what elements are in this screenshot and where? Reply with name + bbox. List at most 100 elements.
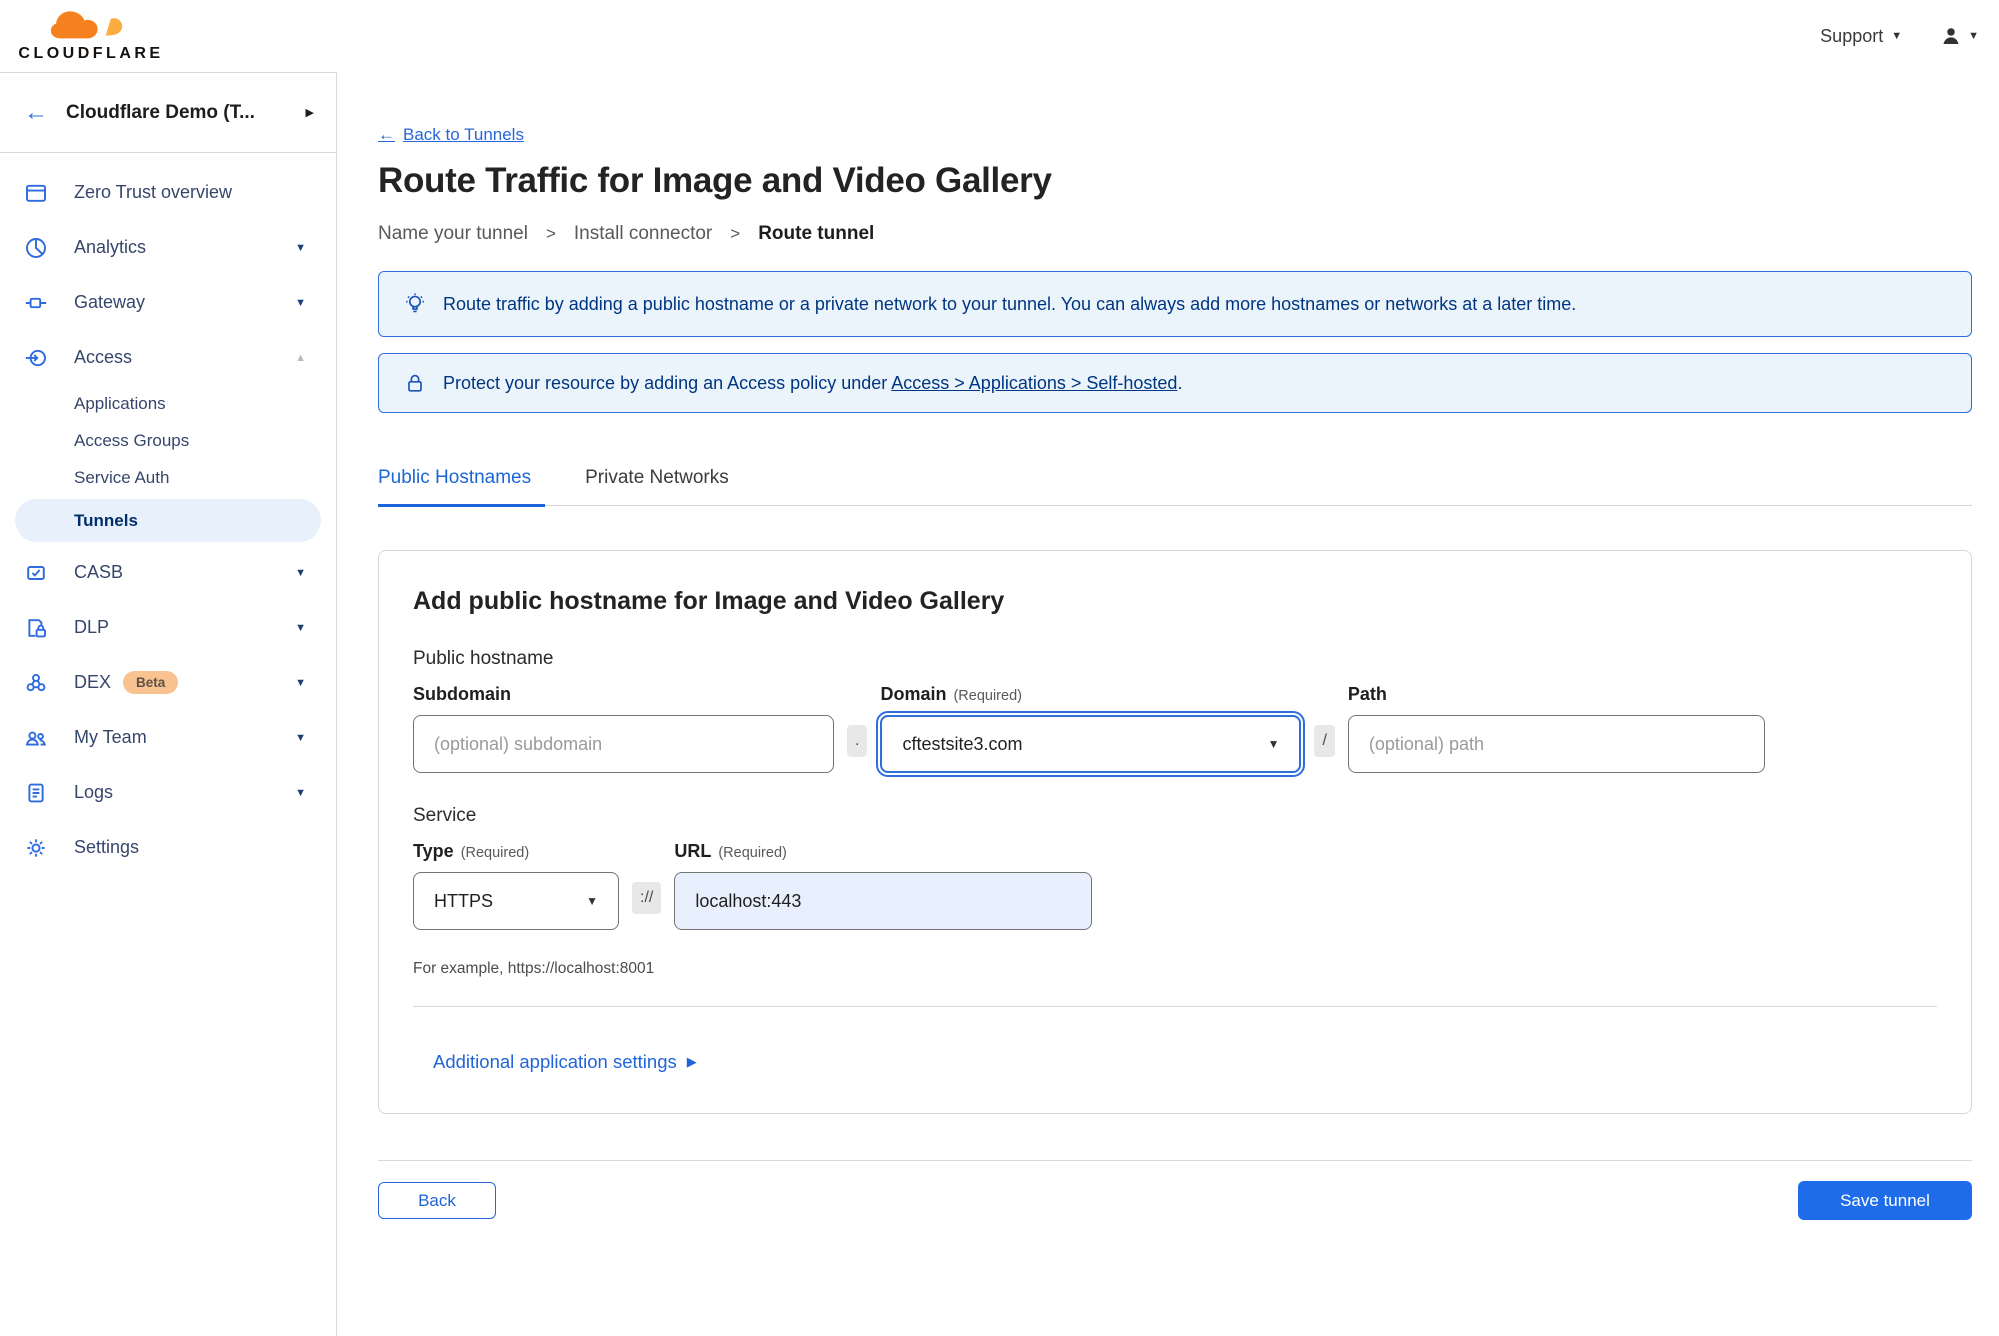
chevron-down-icon: ▼	[295, 241, 306, 254]
back-arrow-icon: ←	[378, 125, 395, 144]
sidebar-item-label: Logs	[74, 782, 114, 802]
dlp-document-lock-icon	[24, 616, 48, 640]
access-login-icon	[24, 346, 48, 370]
footer-divider	[378, 1160, 1972, 1161]
casb-check-icon	[24, 561, 48, 585]
my-team-people-icon	[24, 726, 48, 750]
user-icon	[1943, 28, 1959, 45]
domain-label-text: Domain	[880, 684, 947, 704]
sub-item-label: Service Auth	[74, 467, 170, 487]
chevron-down-icon: ▼	[295, 566, 306, 579]
overview-window-icon	[24, 181, 48, 205]
url-example-hint: For example, https://localhost:8001	[413, 960, 655, 977]
dot-separator: .	[847, 725, 868, 757]
tab-private-networks[interactable]: Private Networks	[585, 467, 729, 505]
sidebar-item-casb[interactable]: CASB ▼	[0, 545, 336, 600]
support-label: Support	[1820, 25, 1884, 46]
info-banner-text: Route traffic by adding a public hostnam…	[443, 293, 1577, 314]
back-to-tunnels-link[interactable]: ← Back to Tunnels	[378, 125, 524, 145]
sidebar: ← Cloudflare Demo (T... ▶ Zero Trust ove…	[0, 72, 337, 1336]
chevron-down-icon: ▼	[1891, 30, 1903, 42]
service-section-label: Service	[413, 805, 477, 826]
type-label-text: Type	[413, 841, 454, 861]
sidebar-item-label: Gateway	[74, 292, 146, 312]
additional-settings-label: Additional application settings	[433, 1051, 677, 1072]
access-applications-self-hosted-link[interactable]: Access > Applications > Self-hosted	[891, 373, 1177, 393]
cloudflare-wordmark: CLOUDFLARE	[18, 44, 164, 62]
cloudflare-logo[interactable]: CLOUDFLARE	[16, 10, 166, 63]
domain-label: Domain (Required)	[880, 684, 1301, 705]
sidebar-item-label: My Team	[74, 727, 147, 747]
sidebar-item-tunnels[interactable]: Tunnels	[15, 499, 321, 542]
chevron-down-icon: ▼	[1968, 30, 1979, 42]
lightbulb-icon	[406, 293, 424, 313]
subdomain-label: Subdomain	[413, 684, 511, 704]
sidebar-item-label: Analytics	[74, 237, 147, 257]
sidebar-item-dex[interactable]: DEX Beta ▼	[0, 655, 336, 710]
back-button[interactable]: Back	[378, 1182, 496, 1219]
url-label-text: URL	[674, 841, 712, 861]
page: CLOUDFLARE Support ▼ ▼ ← Cloudflare Demo…	[0, 0, 1999, 1336]
support-menu[interactable]: Support ▼	[1820, 26, 1902, 47]
analytics-pie-icon	[24, 236, 48, 260]
sidebar-item-gateway[interactable]: Gateway ▼	[0, 275, 336, 330]
back-link-label: Back to Tunnels	[403, 125, 524, 144]
sidebar-item-label: Settings	[74, 837, 140, 857]
chevron-down-icon: ▼	[295, 731, 306, 744]
public-hostname-section-label: Public hostname	[413, 648, 554, 669]
sidebar-item-label: DLP	[74, 617, 110, 637]
sidebar-item-applications[interactable]: Applications	[0, 385, 336, 422]
service-type-select[interactable]: HTTPS ▼	[413, 872, 619, 930]
chevron-up-icon: ▲	[295, 351, 306, 364]
footer-actions: Back Save tunnel	[378, 1181, 1972, 1220]
domain-required-hint: (Required)	[953, 688, 1022, 704]
subdomain-input[interactable]	[413, 715, 834, 773]
account-switcher[interactable]: ← Cloudflare Demo (T... ▶	[0, 73, 336, 153]
url-required-hint: (Required)	[718, 845, 787, 861]
chevron-down-icon: ▼	[295, 296, 306, 309]
chevron-down-icon: ▼	[586, 894, 598, 908]
save-tunnel-button[interactable]: Save tunnel	[1798, 1181, 1972, 1220]
sidebar-item-dlp[interactable]: DLP ▼	[0, 600, 336, 655]
step-separator: >	[730, 224, 741, 243]
account-name: Cloudflare Demo (T...	[66, 101, 255, 123]
sidebar-item-access[interactable]: Access ▲	[0, 330, 336, 385]
sidebar-item-access-groups[interactable]: Access Groups	[0, 422, 336, 459]
sidebar-nav: Zero Trust overview Analytics ▼ Gateway …	[0, 153, 336, 875]
main-content: ← Back to Tunnels Route Traffic for Imag…	[337, 72, 1999, 1336]
lock-icon	[408, 374, 422, 392]
sidebar-item-logs[interactable]: Logs ▼	[0, 765, 336, 820]
card-heading: Add public hostname for Image and Video …	[413, 587, 1005, 615]
type-required-hint: (Required)	[460, 845, 530, 861]
sidebar-item-label: Zero Trust overview	[74, 182, 233, 202]
sidebar-item-label: Access	[74, 347, 133, 367]
sidebar-item-service-auth[interactable]: Service Auth	[0, 459, 336, 496]
sidebar-item-text: DEX	[74, 672, 112, 692]
tab-public-hostnames[interactable]: Public Hostnames	[378, 467, 546, 507]
path-input[interactable]	[1347, 715, 1765, 773]
scheme-separator: ://	[632, 882, 662, 914]
expand-right-icon: ▶	[305, 107, 314, 119]
back-arrow-icon[interactable]: ←	[24, 100, 48, 125]
sidebar-item-analytics[interactable]: Analytics ▼	[0, 220, 336, 275]
user-account-menu[interactable]: ▼	[1940, 25, 1979, 47]
step-separator: >	[545, 224, 556, 243]
gateway-icon	[24, 291, 48, 315]
service-type-value: HTTPS	[434, 890, 494, 911]
dex-network-icon	[24, 671, 48, 695]
slash-separator: /	[1314, 725, 1335, 757]
access-subnav: Applications Access Groups Service Auth …	[0, 385, 336, 542]
cloudflare-cloud-icon	[50, 10, 123, 38]
type-label: Type (Required)	[413, 841, 619, 862]
domain-select[interactable]: cftestsite3.com ▼	[876, 711, 1306, 777]
sidebar-item-zero-trust-overview[interactable]: Zero Trust overview	[0, 165, 336, 220]
sidebar-item-settings[interactable]: Settings	[0, 820, 336, 875]
logs-document-icon	[24, 781, 48, 805]
sidebar-item-label: DEX Beta	[74, 671, 295, 694]
chevron-down-icon: ▼	[295, 621, 306, 634]
sidebar-item-my-team[interactable]: My Team ▼	[0, 710, 336, 765]
service-url-input[interactable]	[674, 872, 1093, 930]
additional-application-settings-toggle[interactable]: Additional application settings ▶	[433, 1051, 697, 1073]
hostname-field-row: Subdomain . Domain (Required) cftestsite3…	[413, 684, 1937, 777]
path-label: Path	[1347, 684, 1387, 704]
